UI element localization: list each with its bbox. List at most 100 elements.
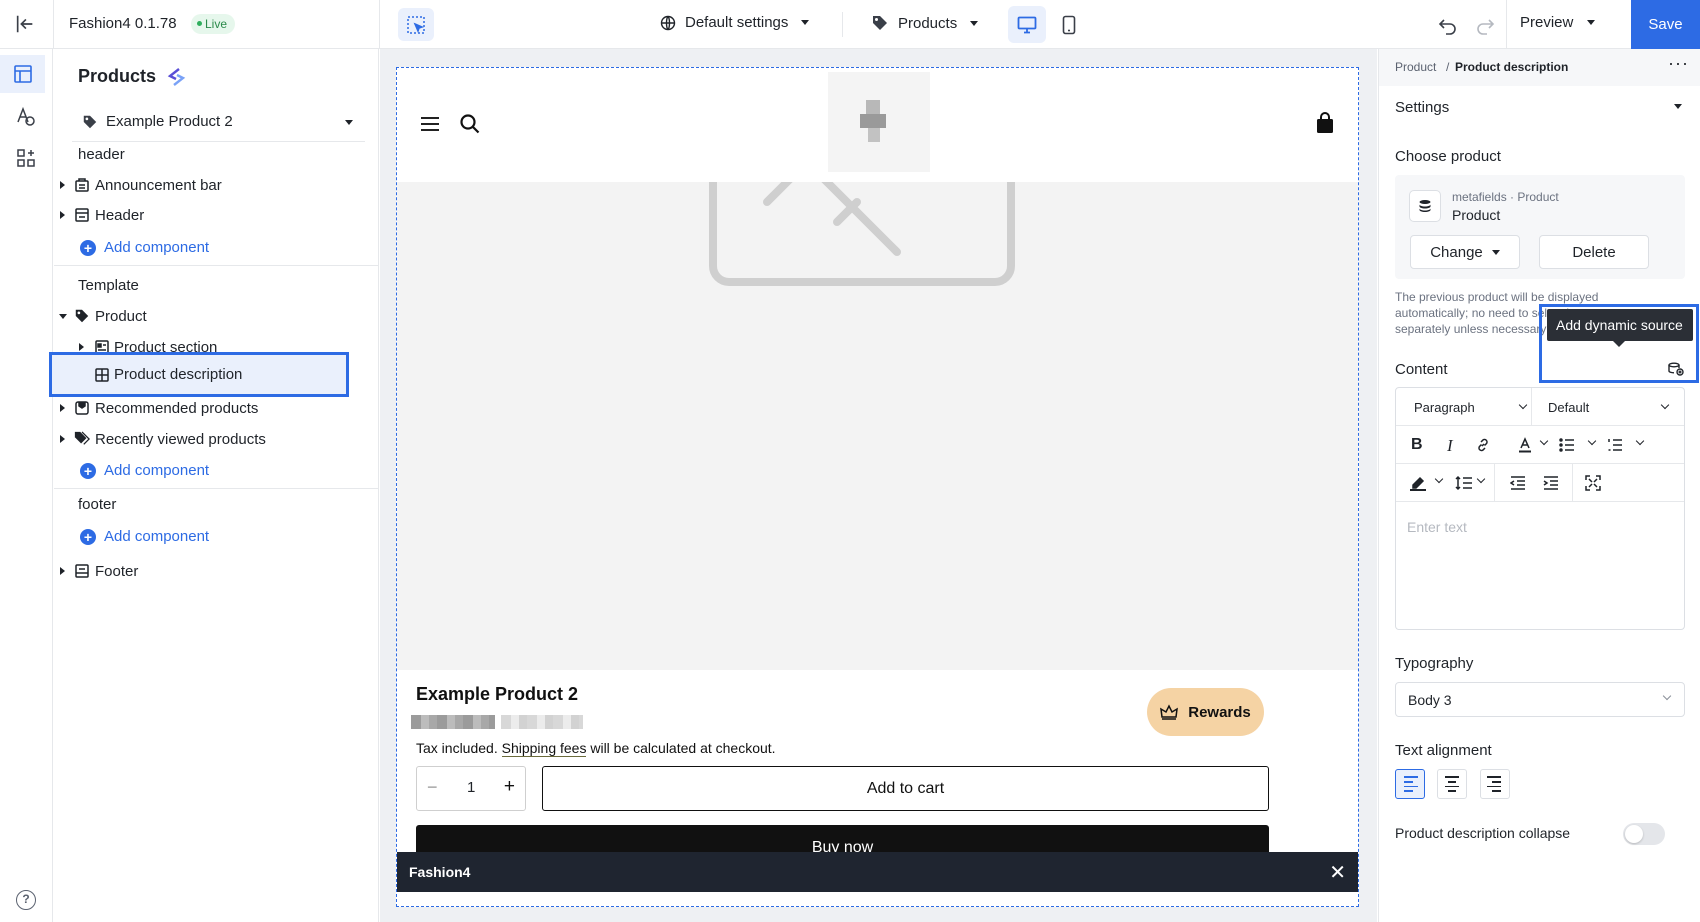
layer-product[interactable]: Product [54, 301, 379, 331]
block-type-value: Paragraph [1414, 399, 1475, 415]
add-component-header[interactable]: + Add component [80, 239, 209, 256]
select-tool-button[interactable] [398, 8, 434, 41]
outdent-icon[interactable] [1510, 475, 1526, 491]
layer-footer[interactable]: Footer [54, 556, 379, 586]
store-logo[interactable] [828, 72, 930, 172]
toolbar-divider [1506, 0, 1507, 49]
layers-panel: Products Example Product 2 header Announ… [49, 49, 379, 922]
rewards-label: Rewards [1188, 703, 1251, 721]
block-type-select[interactable]: Paragraph [1414, 388, 1528, 426]
chevron-down-icon[interactable] [1635, 436, 1645, 446]
numbered-list-icon[interactable] [1607, 437, 1623, 453]
theme-styles-button[interactable] [14, 105, 38, 129]
apps-button[interactable] [14, 146, 38, 170]
layer-header[interactable]: Header [54, 200, 379, 230]
highlight-icon[interactable] [1409, 475, 1427, 491]
line-height-icon[interactable] [1455, 475, 1473, 491]
desktop-view-button[interactable] [1008, 6, 1046, 43]
caret-down-icon[interactable] [1674, 104, 1682, 109]
typography-select[interactable]: Body 3 [1395, 682, 1685, 717]
italic-icon[interactable]: I [1447, 436, 1453, 456]
indent-icon[interactable] [1543, 475, 1559, 491]
chevron-down-icon [970, 20, 979, 26]
align-left-button[interactable] [1395, 769, 1425, 799]
image-placeholder-icon [709, 182, 1015, 286]
product-selector[interactable]: Example Product 2 [72, 102, 365, 142]
product-image-placeholder [397, 182, 1358, 670]
layer-label: Recently viewed products [95, 430, 266, 448]
collapse-icon[interactable] [59, 314, 67, 319]
redo-icon[interactable] [1474, 14, 1496, 36]
expand-icon[interactable] [60, 181, 65, 189]
settings-panel: Product / Product description ··· Settin… [1378, 49, 1700, 922]
bullet-list-icon[interactable] [1559, 437, 1575, 453]
bold-icon[interactable]: B [1411, 436, 1423, 454]
align-center-button[interactable] [1437, 769, 1467, 799]
breadcrumb: Product / Product description ··· [1379, 49, 1700, 86]
text-color-icon[interactable] [1517, 437, 1533, 453]
undo-icon[interactable] [1437, 14, 1459, 36]
quantity-value[interactable]: 1 [467, 779, 475, 796]
editor-placeholder[interactable]: Enter text [1407, 519, 1467, 535]
page-type-dropdown[interactable]: Products [871, 14, 979, 32]
panel-title-label: Products [78, 66, 157, 86]
tax-note: Tax included. Shipping fees will be calc… [416, 740, 776, 757]
add-dynamic-source-icon[interactable] [1668, 362, 1684, 376]
more-options-icon[interactable]: ··· [1668, 53, 1689, 74]
chevron-down-icon[interactable] [1476, 474, 1486, 484]
close-icon[interactable]: ✕ [1329, 860, 1346, 885]
collapse-toggle[interactable] [1623, 823, 1665, 845]
save-button[interactable]: Save [1631, 0, 1700, 49]
add-to-cart-button[interactable]: Add to cart [542, 766, 1269, 811]
align-right-button[interactable] [1480, 769, 1510, 799]
status-badge-label: Live [205, 17, 228, 31]
divider [1494, 464, 1495, 502]
layer-announcement-bar[interactable]: Announcement bar [54, 170, 379, 200]
rewards-button[interactable]: Rewards [1147, 688, 1264, 736]
chevron-down-icon [1518, 400, 1528, 410]
breadcrumb-parent[interactable]: Product [1395, 60, 1436, 74]
settings-dropdown[interactable]: Default settings [660, 14, 810, 31]
shipping-fees-link[interactable]: Shipping fees [501, 740, 587, 757]
tags-icon [74, 431, 90, 445]
layer-product-description[interactable]: Product description [49, 352, 349, 397]
expand-icon[interactable] [60, 404, 65, 412]
chevron-down-icon[interactable] [1539, 436, 1549, 446]
search-icon[interactable] [459, 113, 481, 135]
shopping-bag-icon[interactable] [1315, 112, 1335, 134]
font-variant-select[interactable]: Default [1548, 388, 1670, 426]
expand-icon[interactable] [60, 211, 65, 219]
help-icon[interactable]: ? [16, 890, 36, 910]
store-preview-frame[interactable]: Example Product 2 Tax included. Shipping… [396, 67, 1359, 907]
decrease-quantity-button[interactable]: − [427, 777, 438, 798]
change-source-button[interactable]: Change [1410, 235, 1520, 269]
font-variant-value: Default [1548, 399, 1590, 415]
header-layout-icon [75, 208, 89, 222]
add-component-template[interactable]: + Add component [80, 462, 209, 479]
layer-recommended-products[interactable]: Recommended products [54, 393, 379, 423]
settings-dropdown-label: Default settings [685, 14, 789, 31]
layer-label: Product [95, 307, 147, 325]
plus-circle-icon: + [80, 239, 96, 256]
layer-recently-viewed[interactable]: Recently viewed products [54, 424, 379, 454]
layer-label: Product description [114, 366, 243, 383]
divider [54, 488, 379, 489]
expand-icon[interactable] [79, 343, 84, 351]
expand-icon[interactable] [60, 567, 65, 575]
menu-icon[interactable] [421, 117, 439, 131]
caret-down-icon [1491, 249, 1500, 255]
mobile-view-button[interactable] [1050, 6, 1088, 43]
rich-text-editor: Paragraph Default B I Enter text [1395, 387, 1685, 630]
increase-quantity-button[interactable]: + [504, 776, 515, 798]
expand-icon[interactable] [60, 435, 65, 443]
fullscreen-icon[interactable] [1585, 475, 1601, 491]
settings-section-toggle[interactable]: Settings [1395, 99, 1449, 116]
link-icon[interactable] [1475, 437, 1491, 453]
chevron-down-icon[interactable] [1587, 436, 1597, 446]
layout-nav-button[interactable] [0, 55, 45, 93]
exit-editor-icon[interactable] [14, 13, 36, 35]
add-component-footer[interactable]: + Add component [80, 528, 209, 545]
preview-button[interactable]: Preview [1520, 14, 1596, 31]
delete-source-button[interactable]: Delete [1539, 235, 1649, 269]
chevron-down-icon[interactable] [1434, 474, 1444, 484]
